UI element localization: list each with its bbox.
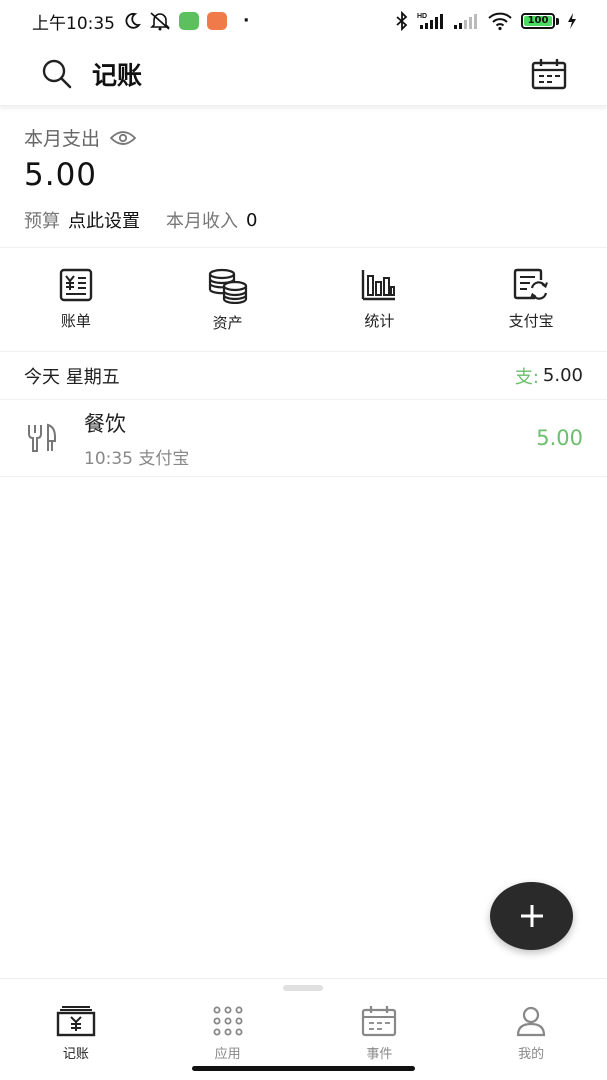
- eye-icon[interactable]: [110, 129, 137, 147]
- monthly-summary: 本月支出 5.00 预算 点此设置 本月收入 0: [0, 112, 607, 248]
- nav-item-apps[interactable]: 应用: [152, 979, 304, 1080]
- calendar-icon: [361, 1005, 397, 1037]
- quick-action-label: 支付宝: [508, 312, 554, 330]
- quick-action-label: 统计: [364, 312, 395, 330]
- bottom-nav: 记账 应用 事件 我的: [0, 978, 607, 1080]
- status-bar: 上午10:35 · HD 100: [0, 0, 607, 42]
- search-icon[interactable]: [40, 57, 74, 91]
- apps-grid-icon: [211, 1005, 245, 1037]
- green-app-icon: [179, 12, 199, 30]
- battery-icon: 100: [521, 13, 559, 29]
- expense-label-row: 本月支出: [24, 124, 583, 151]
- day-total: 支: 5.00: [515, 363, 583, 389]
- day-label: 今天 星期五: [24, 366, 120, 388]
- svg-text:HD: HD: [417, 13, 427, 20]
- charging-icon: [567, 13, 577, 29]
- quick-action-bill[interactable]: 账单: [0, 248, 152, 351]
- quick-action-stats[interactable]: 统计: [304, 248, 456, 351]
- moon-icon: [123, 12, 141, 30]
- day-group-header: 今天 星期五 支: 5.00: [0, 352, 607, 400]
- set-budget-link[interactable]: 点此设置: [68, 207, 140, 233]
- plus-icon: [519, 903, 545, 929]
- battery-level: 100: [524, 16, 552, 26]
- nav-label: 事件: [366, 1047, 393, 1062]
- record-category: 餐饮: [84, 411, 126, 436]
- quick-action-label: 账单: [60, 312, 91, 330]
- monthly-expense-label: 本月支出: [24, 128, 101, 150]
- drag-handle[interactable]: [283, 985, 323, 991]
- nav-item-events[interactable]: 事件: [304, 979, 456, 1080]
- record-amount: 5.00: [536, 426, 583, 450]
- quick-action-assets[interactable]: 资产: [152, 248, 304, 351]
- budget-label: 预算: [24, 211, 60, 232]
- nav-label: 应用: [214, 1047, 241, 1062]
- quick-action-label: 资产: [212, 314, 243, 332]
- coins-icon: [207, 268, 249, 304]
- home-indicator[interactable]: [192, 1066, 415, 1071]
- quick-action-alipay[interactable]: 支付宝: [455, 248, 607, 351]
- status-time: 上午10:35: [32, 13, 115, 34]
- day-expense-value: 5.00: [542, 365, 583, 386]
- wifi-icon: [487, 11, 513, 31]
- signal-icon: [453, 11, 479, 31]
- bluetooth-icon: [395, 11, 409, 31]
- nav-label: 记账: [62, 1047, 89, 1062]
- page-title: 记账: [92, 60, 143, 90]
- budget-income-row: 预算 点此设置 本月收入 0: [24, 207, 583, 233]
- signal-hd-icon: HD: [417, 11, 445, 31]
- app-header: 记账: [0, 42, 607, 106]
- ledger-icon: [56, 1005, 96, 1037]
- monthly-income-label: 本月收入: [166, 211, 238, 232]
- list-item[interactable]: 餐饮 10:35 支付宝 5.00: [0, 400, 607, 477]
- bell-muted-icon: [149, 11, 171, 31]
- fork-knife-icon: [24, 423, 60, 453]
- status-right: HD 100: [395, 11, 577, 31]
- orange-app-icon: [207, 12, 227, 30]
- day-expense-prefix: 支:: [514, 366, 539, 388]
- monthly-expense-amount: 5.00: [24, 157, 98, 193]
- monthly-income-value: 0: [246, 209, 258, 231]
- bill-icon: [59, 268, 93, 302]
- add-record-button[interactable]: [490, 882, 573, 950]
- nav-item-profile[interactable]: 我的: [455, 979, 607, 1080]
- nav-label: 我的: [518, 1047, 545, 1062]
- status-left: 上午10:35 ·: [32, 9, 249, 34]
- status-dot: ·: [243, 11, 250, 31]
- record-body: 餐饮 10:35 支付宝: [84, 408, 189, 469]
- person-icon: [515, 1005, 547, 1037]
- calendar-icon[interactable]: [531, 58, 567, 90]
- record-time-account: 10:35 支付宝: [84, 448, 190, 469]
- bar-chart-icon: [361, 268, 397, 302]
- alipay-sync-icon: [513, 268, 549, 302]
- quick-actions: 账单 资产 统计 支付宝: [0, 248, 607, 352]
- nav-item-ledger[interactable]: 记账: [0, 979, 152, 1080]
